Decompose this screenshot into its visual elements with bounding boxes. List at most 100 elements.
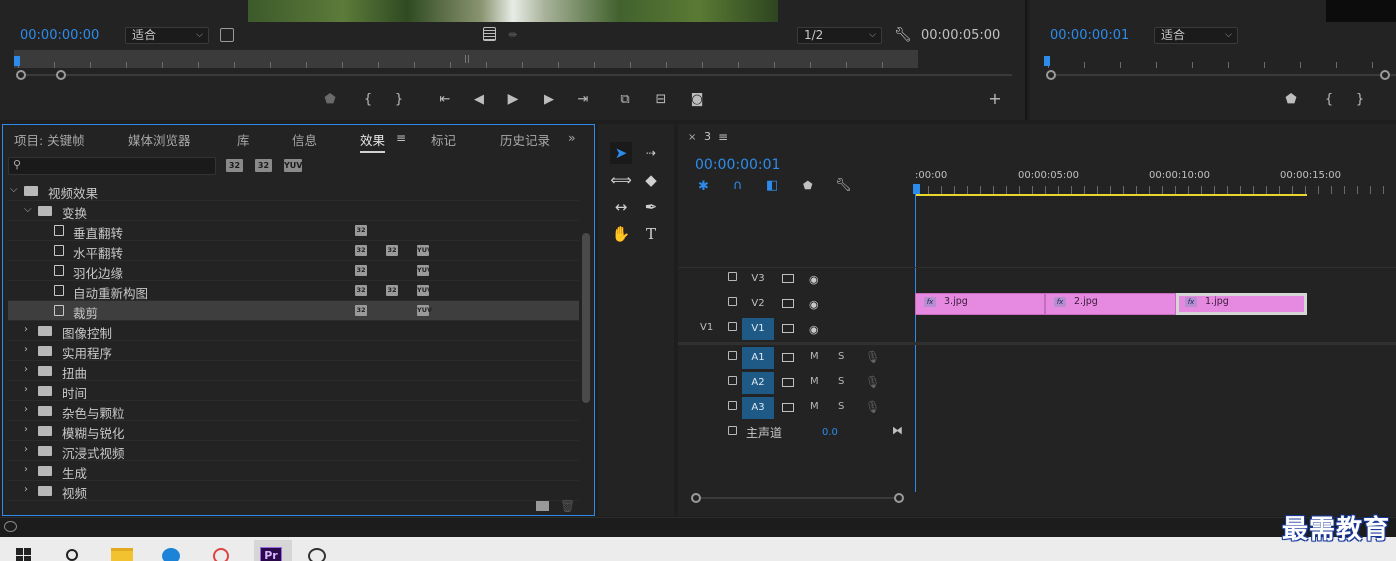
add-marker-icon[interactable]: ⬟ — [803, 179, 813, 192]
program-zoom-scrollbar[interactable] — [1052, 74, 1396, 76]
sequence-tab[interactable]: 3 — [704, 130, 711, 143]
lock-icon[interactable] — [728, 297, 737, 306]
tree-effect-item[interactable]: 32 垂直翻转 — [8, 221, 579, 241]
tab-effects[interactable]: 效果 — [360, 130, 386, 153]
source-zoom-scrollbar[interactable] — [22, 74, 1012, 76]
add-marker-icon[interactable]: ⬟ — [321, 93, 339, 107]
timeline-settings-icon[interactable]: 🔧︎ — [835, 178, 852, 193]
add-button-icon[interactable]: + — [986, 91, 1004, 107]
solo-button[interactable]: S — [838, 401, 844, 412]
tree-folder[interactable]: › 图像控制 — [8, 321, 579, 341]
type-tool-icon[interactable]: T — [640, 223, 662, 245]
premiere-pro-icon[interactable]: Pr — [254, 540, 292, 561]
track-label[interactable]: V3 — [742, 268, 774, 290]
zoom-handle-right[interactable] — [56, 70, 66, 80]
search-icon[interactable] — [62, 540, 84, 561]
source-patch-v1[interactable]: V1 — [700, 322, 713, 333]
tree-folder[interactable]: › 实用程序 — [8, 341, 579, 361]
scrollbar-thumb[interactable] — [582, 233, 590, 403]
windows-start-icon[interactable] — [14, 540, 36, 561]
sync-lock-icon[interactable] — [782, 274, 794, 283]
panel-menu-icon[interactable]: ≡ — [396, 131, 406, 145]
solo-button[interactable]: S — [838, 376, 844, 387]
chevron-right-icon[interactable]: › — [24, 384, 28, 395]
lock-icon[interactable] — [728, 351, 737, 360]
mute-button[interactable]: M — [810, 376, 819, 387]
clip-1[interactable]: fx 1.jpg — [1176, 293, 1307, 315]
pen-tool-icon[interactable]: ✒ — [640, 196, 662, 218]
source-playhead[interactable] — [14, 56, 20, 66]
mark-out-icon[interactable]: } — [1351, 93, 1369, 107]
mic-icon[interactable]: 🎙︎ — [865, 375, 880, 389]
sync-lock-icon[interactable] — [782, 378, 794, 387]
tree-folder[interactable]: ⌵ 变换 — [8, 201, 579, 221]
camera-icon[interactable]: ◙ — [688, 93, 706, 107]
tab-history[interactable]: 历史记录 — [500, 130, 550, 149]
lock-icon[interactable] — [728, 426, 737, 435]
accelerated-effects-filter[interactable]: 32 — [226, 159, 243, 172]
timeline-timecode[interactable]: 00:00:00:01 — [695, 157, 780, 173]
zoom-handle-left[interactable] — [16, 70, 26, 80]
program-timecode[interactable]: 00:00:00:01 — [1050, 28, 1129, 43]
mark-in-icon[interactable]: { — [1320, 93, 1338, 107]
tab-project[interactable]: 项目: 关键帧 — [14, 130, 85, 149]
chevron-right-icon[interactable]: › — [24, 464, 28, 475]
sync-lock-icon[interactable] — [782, 353, 794, 362]
drag-audio-icon[interactable]: ⇼ — [508, 28, 517, 41]
wrench-icon[interactable]: 🔧︎ — [894, 27, 912, 43]
fx-badge[interactable]: fx — [924, 297, 936, 307]
tree-folder[interactable]: › 沉浸式视频 — [8, 441, 579, 461]
edge-browser-icon[interactable] — [160, 540, 182, 561]
slip-tool-icon[interactable]: ↔ — [610, 196, 632, 218]
insert-icon[interactable]: ⧉ — [616, 93, 634, 107]
media-app-icon[interactable] — [306, 540, 328, 561]
sync-lock-icon[interactable] — [782, 324, 794, 333]
master-collapse-icon[interactable]: ⧓ — [892, 424, 903, 437]
tree-effect-item[interactable]: 32 32 YUV 自动重新构图 — [8, 281, 579, 301]
eye-icon[interactable]: ◉ — [809, 323, 819, 336]
app-icon[interactable] — [210, 540, 232, 561]
add-marker-icon[interactable]: ⬟ — [1282, 93, 1300, 107]
source-timecode[interactable]: 00:00:00:00 — [20, 28, 99, 43]
track-label[interactable]: A3 — [742, 397, 774, 419]
track-label[interactable]: A1 — [742, 347, 774, 369]
timeline-zoom-left[interactable] — [691, 493, 701, 503]
clip-2[interactable]: fx 2.jpg — [1045, 293, 1176, 315]
timeline-zoom-scrollbar[interactable] — [696, 497, 900, 499]
panel-menu-icon[interactable]: ≡ — [718, 130, 728, 144]
tree-effect-item[interactable]: 32 YUV 羽化边缘 — [8, 261, 579, 281]
program-fit-dropdown[interactable]: 适合 ⌵ — [1154, 27, 1238, 44]
selection-tool-icon[interactable]: ➤ — [610, 142, 632, 164]
chevron-right-icon[interactable]: › — [24, 484, 28, 495]
effects-search-input[interactable]: ⚲ — [8, 157, 216, 175]
mute-button[interactable]: M — [810, 401, 819, 412]
tabs-overflow-icon[interactable]: » — [568, 130, 576, 145]
track-select-tool-icon[interactable]: ⇢ — [640, 142, 662, 164]
track-label[interactable]: V2 — [742, 293, 774, 315]
clip-icon[interactable] — [483, 27, 496, 41]
mark-in-icon[interactable]: { — [359, 93, 377, 107]
step-forward-icon[interactable]: ▶ — [540, 93, 558, 107]
step-back-icon[interactable]: ◀ — [470, 93, 488, 107]
snap-icon[interactable]: ∩ — [733, 178, 743, 193]
status-icon[interactable] — [4, 521, 17, 532]
lock-icon[interactable] — [728, 376, 737, 385]
tree-effect-item[interactable]: 32 YUV 裁剪 — [8, 301, 579, 321]
master-volume[interactable]: 0.0 — [822, 427, 838, 438]
ripple-edit-tool-icon[interactable]: ⟺ — [610, 169, 632, 191]
linked-selection-icon[interactable]: ◧ — [766, 178, 778, 193]
tree-folder[interactable]: › 模糊与锐化 — [8, 421, 579, 441]
lock-icon[interactable] — [728, 272, 737, 281]
mark-out-icon[interactable]: } — [390, 93, 408, 107]
chevron-down-icon[interactable]: ⌵ — [24, 204, 32, 215]
razor-tool-icon[interactable]: ◆ — [640, 169, 662, 191]
tree-folder[interactable]: ⌵ 视频效果 — [8, 181, 579, 201]
mic-icon[interactable]: 🎙︎ — [865, 350, 880, 364]
sync-lock-icon[interactable] — [782, 299, 794, 308]
go-to-in-icon[interactable]: ⇤ — [436, 93, 454, 107]
solo-button[interactable]: S — [838, 351, 844, 362]
tab-libraries[interactable]: 库 — [237, 130, 250, 149]
timeline-playhead[interactable] — [913, 184, 920, 194]
eye-icon[interactable]: ◉ — [809, 298, 819, 311]
tree-folder[interactable]: › 生成 — [8, 461, 579, 481]
